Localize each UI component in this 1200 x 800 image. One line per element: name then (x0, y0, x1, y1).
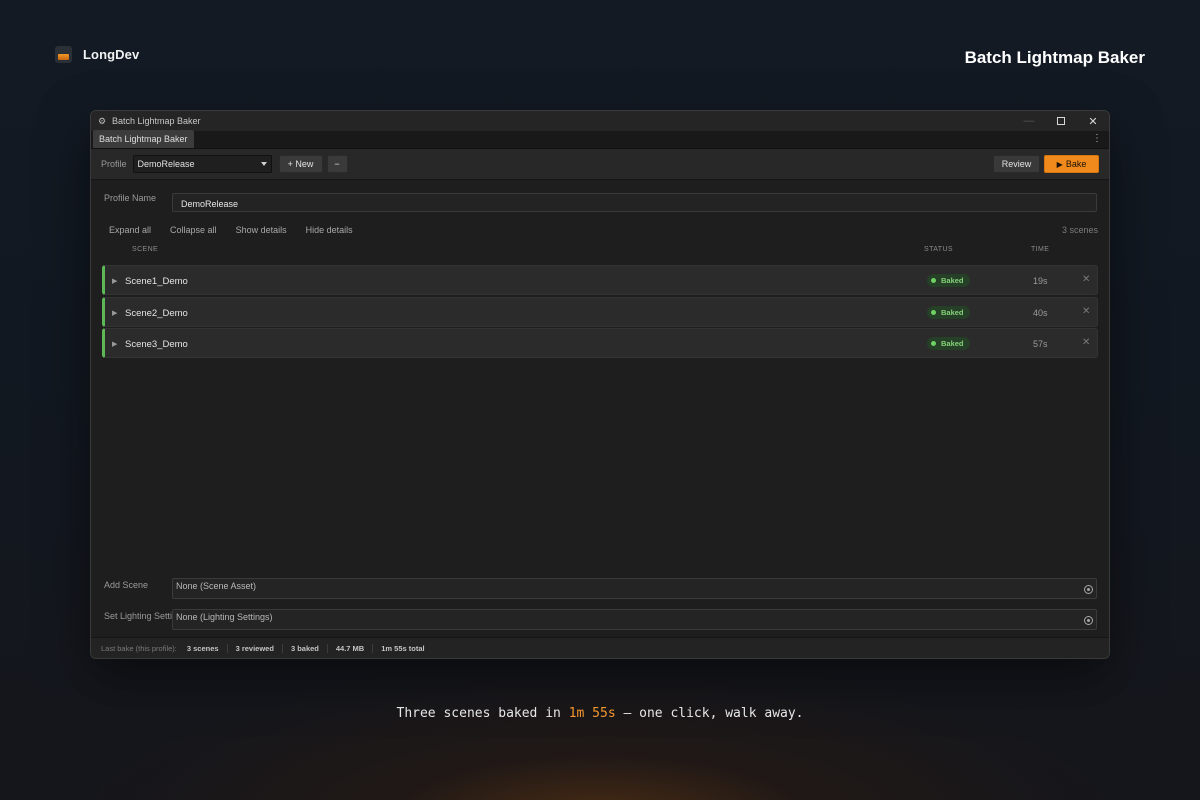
status-lead: Last bake (this profile): (101, 643, 177, 653)
list-actions: Expand all Collapse all Show details Hid… (109, 225, 353, 235)
close-icon: ✕ (1088, 115, 1098, 128)
remove-scene-icon[interactable]: ✕ (1082, 274, 1090, 285)
column-header-time: TIME (1031, 246, 1050, 253)
expand-triangle-icon[interactable]: ▶ (112, 309, 117, 317)
scene-name: Scene1_Demo (125, 276, 188, 287)
show-details-button[interactable]: Show details (236, 225, 287, 235)
review-button[interactable]: Review (993, 155, 1040, 173)
scene-time: 19s (1033, 276, 1048, 286)
profile-label: Profile (101, 159, 127, 169)
hide-details-button[interactable]: Hide details (306, 225, 353, 235)
expand-all-button[interactable]: Expand all (109, 225, 151, 235)
minimize-button[interactable]: — (1013, 111, 1045, 131)
status-dot-icon (931, 278, 936, 283)
scene-time: 57s (1033, 339, 1048, 349)
status-badge-label: Baked (941, 307, 964, 317)
status-badge: Baked (927, 274, 970, 287)
chevron-down-icon (260, 162, 267, 166)
status-baked: 3 baked (290, 643, 319, 653)
remove-scene-icon[interactable]: ✕ (1082, 306, 1090, 317)
expand-triangle-icon[interactable]: ▶ (112, 340, 117, 348)
add-scene-field[interactable]: None (Scene Asset) (172, 578, 1097, 599)
maximize-icon (1057, 117, 1065, 125)
lighting-settings-field[interactable]: None (Lighting Settings) (172, 609, 1097, 630)
scene-count: 3 scenes (1061, 225, 1098, 235)
object-picker-icon[interactable] (1084, 585, 1093, 594)
bake-button-label: Bake (1065, 159, 1087, 169)
add-scene-row: Add Scene None (Scene Asset) (104, 578, 1097, 599)
brand-name: LongDev (83, 47, 140, 62)
add-scene-value: None (Scene Asset) (176, 581, 257, 591)
expand-triangle-icon[interactable]: ▶ (112, 277, 117, 285)
window-titlebar: ⚙ Batch Lightmap Baker — ✕ (91, 111, 1109, 131)
column-header-status: STATUS (924, 246, 953, 253)
new-profile-button[interactable]: + New (278, 155, 323, 173)
column-headers: SCENE STATUS TIME (91, 246, 1109, 256)
window-controls: — ✕ (1013, 111, 1109, 131)
toolbar: Profile DemoRelease + New − Review ▶ Bak… (91, 149, 1109, 180)
add-scene-label: Add Scene (104, 580, 149, 590)
status-bar: Last bake (this profile): 3 scenes 3 rev… (91, 637, 1109, 658)
tab-batch-lightmap-baker[interactable]: Batch Lightmap Baker (93, 130, 194, 148)
play-icon: ▶ (1056, 159, 1063, 169)
profile-dropdown-value: DemoRelease (137, 159, 195, 169)
status-scenes: 3 scenes (186, 643, 219, 653)
status-reviewed: 3 reviewed (235, 643, 274, 653)
status-size: 44.7 MB (335, 643, 365, 653)
caption: Three scenes baked in 1m 55s — one click… (0, 706, 1200, 721)
scene-row[interactable]: ▶ Scene1_Demo Baked 19s ✕ (102, 265, 1098, 295)
baker-content: Profile Name DemoRelease Expand all Coll… (91, 181, 1109, 637)
page-heading: Batch Lightmap Baker (964, 48, 1145, 67)
profile-name-label: Profile Name (104, 193, 157, 203)
maximize-button[interactable] (1045, 111, 1077, 131)
scene-name: Scene2_Demo (125, 307, 188, 319)
longdev-logo-icon (55, 46, 72, 63)
scene-row[interactable]: ▶ Scene2_Demo Baked 40s ✕ (102, 296, 1098, 327)
editor-window: ⚙ Batch Lightmap Baker — ✕ Batch Lightma… (90, 110, 1110, 659)
bake-button[interactable]: ▶ Bake (1044, 155, 1099, 173)
remove-scene-icon[interactable]: ✕ (1082, 337, 1090, 348)
lighting-settings-value: None (Lighting Settings) (176, 612, 273, 622)
caption-after: — one click, walk away. (615, 706, 804, 721)
close-window-button[interactable]: ✕ (1077, 111, 1109, 131)
status-divider (226, 643, 228, 653)
collapse-all-button[interactable]: Collapse all (170, 225, 217, 235)
window-title: Batch Lightmap Baker (112, 116, 201, 126)
profile-name-input[interactable]: DemoRelease (172, 193, 1097, 212)
scene-row[interactable]: ▶ Scene3_Demo Baked 57s ✕ (102, 328, 1098, 358)
profile-name-row: Profile Name DemoRelease (104, 193, 1097, 212)
caption-before: Three scenes baked in (396, 706, 569, 721)
status-badge-label: Baked (941, 339, 964, 348)
status-badge-label: Baked (941, 276, 964, 285)
status-badge: Baked (927, 305, 970, 319)
object-picker-icon[interactable] (1084, 616, 1093, 625)
status-dot-icon (931, 341, 936, 346)
column-header-scene: SCENE (132, 246, 159, 253)
scene-time: 40s (1033, 307, 1048, 318)
brand: LongDev (55, 46, 139, 63)
lighting-settings-row: Set Lighting Settings None (Lighting Set… (104, 609, 1097, 630)
status-badge: Baked (927, 337, 970, 350)
scene-name: Scene3_Demo (125, 339, 188, 350)
profile-dropdown[interactable]: DemoRelease (132, 155, 272, 173)
tab-menu-icon[interactable]: ⋮ (1092, 134, 1102, 144)
caption-highlight: 1m 55s (568, 706, 616, 721)
status-divider (326, 643, 328, 653)
window-app-icon: ⚙ (98, 116, 107, 126)
status-divider (372, 643, 374, 653)
tab-bar: Batch Lightmap Baker ⋮ (91, 130, 1109, 149)
remove-profile-button[interactable]: − (326, 155, 348, 173)
status-dot-icon (931, 309, 936, 315)
status-total-time: 1m 55s total (381, 643, 425, 653)
status-divider (281, 643, 283, 653)
scene-list: ▶ Scene1_Demo Baked 19s ✕ ▶ Scene2_Demo … (102, 265, 1098, 360)
